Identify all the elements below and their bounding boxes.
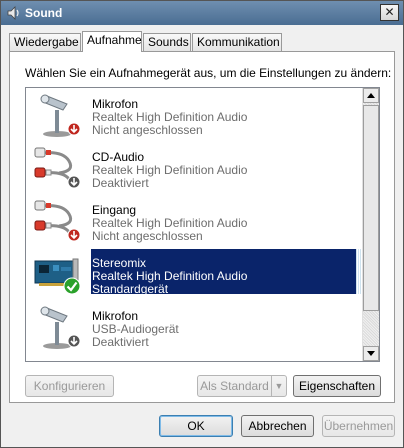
cancel-button[interactable]: Abbrechen — [241, 415, 314, 437]
device-status: Deaktiviert — [92, 176, 149, 190]
device-status: Standardgerät — [92, 282, 169, 296]
list-item[interactable]: Mikrofon USB-Audiogerät Deaktiviert — [27, 300, 363, 352]
set-default-dropdown[interactable]: ▼ — [271, 375, 287, 397]
device-status: Nicht angeschlossen — [92, 229, 203, 243]
configure-button[interactable]: Konfigurieren — [25, 375, 114, 397]
list-item[interactable]: CD-Audio Realtek High Definition Audio D… — [27, 141, 363, 193]
device-driver: Realtek High Definition Audio — [92, 110, 248, 124]
device-driver: Realtek High Definition Audio — [92, 163, 248, 177]
list-item-selected[interactable]: Stereomix Realtek High Definition Audio … — [27, 247, 372, 299]
device-driver: USB-Audiogerät — [92, 322, 179, 336]
red-arrow-badge-icon — [67, 228, 81, 242]
device-status: Nicht angeschlossen — [92, 123, 203, 137]
tab-kommunikation[interactable]: Kommunikation — [192, 33, 282, 51]
tab-sounds[interactable]: Sounds — [143, 33, 191, 51]
scroll-up-icon — [367, 93, 375, 98]
device-list[interactable]: Mikrofon Realtek High Definition Audio N… — [25, 87, 380, 362]
ok-button[interactable]: OK — [159, 415, 233, 437]
speaker-icon — [7, 6, 19, 20]
list-item[interactable]: Eingang Realtek High Definition Audio Ni… — [27, 194, 363, 246]
scroll-up-button[interactable] — [363, 88, 379, 103]
title-bar[interactable]: Sound ✕ — [1, 1, 403, 25]
device-name: Stereomix — [92, 256, 147, 270]
device-driver: Realtek High Definition Audio — [92, 269, 248, 283]
red-arrow-badge-icon — [67, 122, 81, 136]
sound-dialog: Sound ✕ Wiedergabe Aufnahme Sounds Kommu… — [0, 0, 404, 448]
properties-button[interactable]: Eigenschaften — [293, 375, 381, 397]
device-name: Eingang — [92, 203, 137, 217]
check-badge-icon — [63, 277, 81, 295]
gray-arrow-badge-icon — [67, 334, 81, 348]
device-name: Mikrofon — [92, 97, 139, 111]
device-name: CD-Audio — [92, 150, 145, 164]
gray-arrow-badge-icon — [67, 175, 81, 189]
close-icon: ✕ — [384, 5, 395, 19]
device-driver: Realtek High Definition Audio — [92, 216, 248, 230]
scroll-thumb[interactable] — [363, 105, 379, 311]
instruction-text: Wählen Sie ein Aufnahmegerät aus, um die… — [25, 66, 392, 80]
device-status: Deaktiviert — [92, 335, 149, 349]
tab-wiedergabe[interactable]: Wiedergabe — [9, 33, 81, 51]
list-item[interactable]: Mikrofon Realtek High Definition Audio N… — [27, 88, 363, 140]
tab-aufnahme[interactable]: Aufnahme — [82, 31, 142, 52]
scroll-down-icon — [367, 351, 375, 356]
device-name: Mikrofon — [92, 309, 139, 323]
window-title: Sound — [25, 6, 63, 20]
apply-button[interactable]: Übernehmen — [322, 415, 395, 437]
set-default-button[interactable]: Als Standard — [197, 375, 272, 397]
scroll-down-button[interactable] — [363, 346, 379, 361]
close-button[interactable]: ✕ — [380, 4, 399, 21]
vertical-scrollbar[interactable] — [362, 88, 379, 361]
chevron-down-icon: ▼ — [274, 381, 284, 391]
